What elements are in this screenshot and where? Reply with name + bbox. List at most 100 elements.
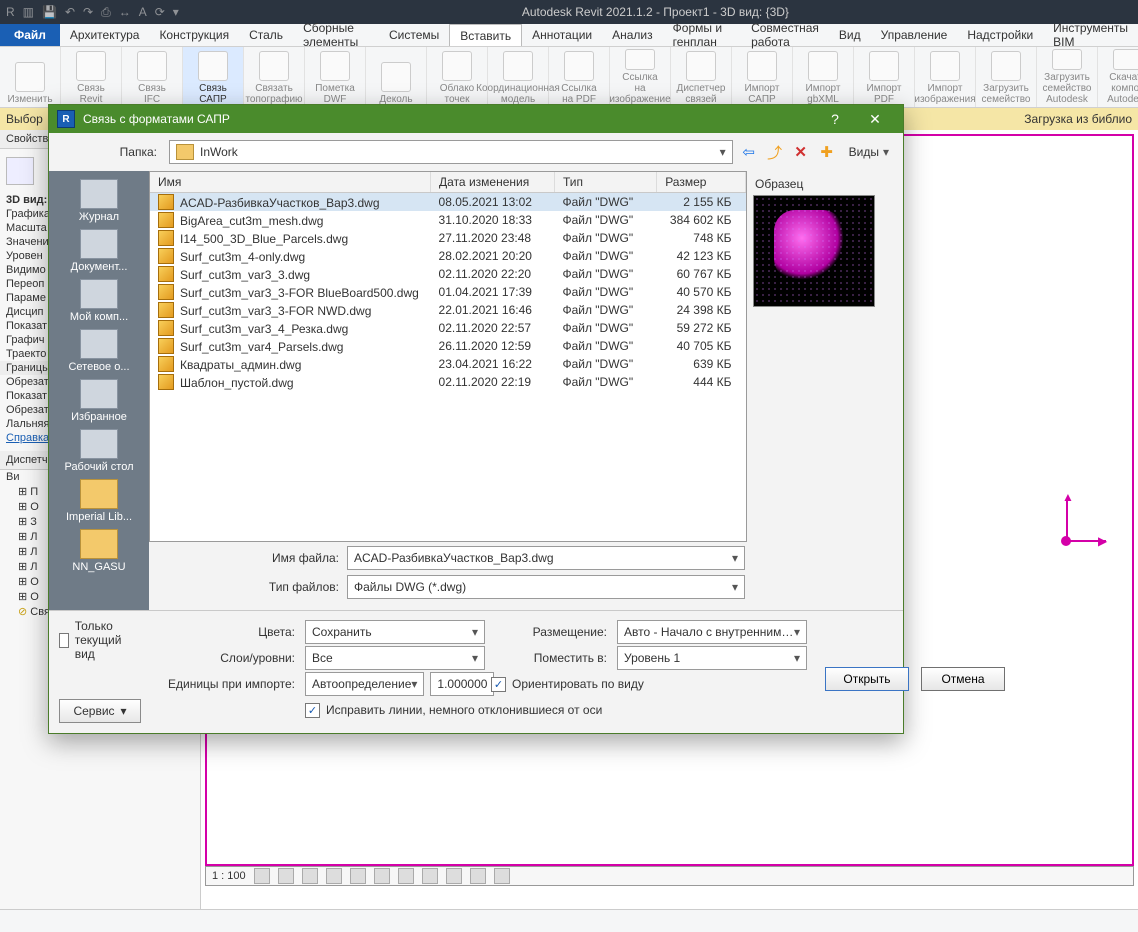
places-item[interactable]: Imperial Lib... [49,479,149,523]
worksharing-display-icon[interactable] [494,868,510,884]
nav-delete-icon[interactable]: ✕ [791,142,811,162]
ribbon-button[interactable]: Скачатькомпон Autodesk [1098,47,1138,107]
temporary-hide-icon[interactable] [446,868,462,884]
menu-tab[interactable]: Сталь [239,24,293,46]
ribbon-button[interactable]: СвязьIFC [122,47,183,107]
places-item[interactable]: Рабочий стол [49,429,149,473]
open-button[interactable]: Открыть [825,667,909,691]
text-icon[interactable]: A [139,5,147,19]
menu-tab[interactable]: Аннотации [522,24,602,46]
filetype-select[interactable]: Файлы DWG (*.dwg)▾ [347,575,745,599]
print-icon[interactable]: ⎙ [101,5,111,20]
menu-tab[interactable]: Анализ [602,24,663,46]
menu-tab[interactable]: Сборные элементы [293,24,379,46]
detail-level-icon[interactable] [254,868,270,884]
menu-tab[interactable]: Вставить [449,24,522,46]
placement-select[interactable]: Авто - Начало с внутренним началом▾ [617,620,807,644]
places-item[interactable]: Документ... [49,229,149,273]
file-row[interactable]: BigArea_cut3m_mesh.dwg31.10.2020 18:33Фа… [150,211,746,229]
ribbon-button[interactable]: ИмпортPDF [854,47,915,107]
view-scale[interactable]: 1 : 100 [212,870,246,882]
menu-tab[interactable]: Формы и генплан [663,24,741,46]
places-item[interactable]: Сетевое о... [49,329,149,373]
nav-up-icon[interactable]: ⤴ [765,142,785,162]
sync-icon[interactable]: ⟳ [155,5,165,19]
fix-lines-checkbox[interactable]: ✓Исправить линии, немного отклонившиеся … [159,703,807,718]
ribbon-button[interactable]: Изменить [0,47,61,107]
menu-tab[interactable]: Инструменты BIM [1043,24,1138,46]
file-row[interactable]: I14_500_3D_Blue_Parcels.dwg27.11.2020 23… [150,229,746,247]
only-current-view-checkbox[interactable]: Только текущий вид [59,619,141,661]
views-menu[interactable]: Виды▾ [843,141,895,163]
file-row[interactable]: Surf_cut3m_4-only.dwg28.02.2021 20:20Фай… [150,247,746,265]
places-item[interactable]: NN_GASU [49,529,149,573]
unlock-3d-icon[interactable] [422,868,438,884]
units-factor[interactable]: 1.000000 [430,672,494,696]
reveal-hidden-icon[interactable] [470,868,486,884]
folder-combo[interactable]: InWork ▾ [169,140,733,164]
file-row[interactable]: Surf_cut3m_var4_Parsels.dwg26.11.2020 12… [150,337,746,355]
measure-icon[interactable]: ↔ [119,5,131,19]
nav-newfolder-icon[interactable]: ✚ [817,142,837,162]
help-button[interactable]: ? [815,105,855,133]
menu-tab[interactable]: Системы [379,24,449,46]
ribbon-button[interactable]: Связатьтопографию [244,47,305,107]
col-type[interactable]: Тип [554,172,656,193]
ribbon-button[interactable]: Координационнаямодель [488,47,549,107]
ribbon-button[interactable]: Деколь [366,47,427,107]
file-row[interactable]: Шаблон_пустой.dwg02.11.2020 22:19Файл "D… [150,373,746,391]
service-button[interactable]: Сервис▾ [59,699,141,723]
save-icon[interactable]: 💾 [42,5,57,19]
menu-tab[interactable]: Конструкция [149,24,239,46]
col-date[interactable]: Дата изменения [431,172,555,193]
units-select[interactable]: Автоопределение▾ [305,672,424,696]
file-row[interactable]: Квадраты_админ.dwg23.04.2021 16:22Файл "… [150,355,746,373]
shadows-icon[interactable] [326,868,342,884]
menu-file[interactable]: Файл [0,24,60,46]
col-size[interactable]: Размер [657,172,746,193]
file-list[interactable]: Имя Дата изменения Тип Размер ACAD-Разби… [149,171,747,542]
menu-tab[interactable]: Архитектура [60,24,150,46]
layers-select[interactable]: Все▾ [305,646,485,670]
menu-tab[interactable]: Вид [829,24,871,46]
close-button[interactable]: ✕ [855,105,895,133]
rendering-icon[interactable] [350,868,366,884]
ribbon-button[interactable]: Импортизображения [915,47,976,107]
ribbon-button[interactable]: Ссылкана PDF [549,47,610,107]
ribbon-button[interactable]: Ссылкана изображение [610,47,671,107]
nav-back-icon[interactable]: ⇦ [739,142,759,162]
places-item[interactable]: Журнал [49,179,149,223]
file-row[interactable]: Surf_cut3m_var3_3.dwg02.11.2020 22:20Фай… [150,265,746,283]
file-row[interactable]: Surf_cut3m_var3_3-FOR BlueBoard500.dwg01… [150,283,746,301]
placein-select[interactable]: Уровень 1▾ [617,646,807,670]
open-icon[interactable]: ▥ [23,5,34,19]
ribbon-button[interactable]: ПометкаDWF [305,47,366,107]
ribbon-button[interactable]: ИмпортСАПР [732,47,793,107]
col-name[interactable]: Имя [150,172,431,193]
places-item[interactable]: Избранное [49,379,149,423]
undo-icon[interactable]: ↶ [65,5,75,19]
colors-select[interactable]: Сохранить▾ [305,620,485,644]
ribbon-button[interactable]: Загрузитьсемейство [976,47,1037,107]
redo-icon[interactable]: ↷ [83,5,93,19]
ribbon-button[interactable]: Загрузитьсемейство Autodesk [1037,47,1098,107]
crop-region-visible-icon[interactable] [398,868,414,884]
file-row[interactable]: ACAD-РазбивкаУчастков_Вар3.dwg08.05.2021… [150,193,746,212]
ribbon-button[interactable]: СвязьСАПР [183,47,244,107]
filename-input[interactable]: ACAD-РазбивкаУчастков_Вар3.dwg▾ [347,546,745,570]
sun-path-icon[interactable] [302,868,318,884]
view-axes[interactable]: ▶ ▲ [1038,500,1098,560]
file-row[interactable]: Surf_cut3m_var3_3-FOR NWD.dwg22.01.2021 … [150,301,746,319]
visual-style-icon[interactable] [278,868,294,884]
places-item[interactable]: Мой комп... [49,279,149,323]
menu-tab[interactable]: Надстройки [957,24,1043,46]
crop-view-icon[interactable] [374,868,390,884]
file-row[interactable]: Surf_cut3m_var3_4_Резка.dwg02.11.2020 22… [150,319,746,337]
cancel-button[interactable]: Отмена [921,667,1005,691]
ribbon-button[interactable]: ИмпортgbXML [793,47,854,107]
recent-icon[interactable]: ▾ [173,5,179,19]
ribbon-button[interactable]: СвязьRevit [61,47,122,107]
orient-to-view-checkbox[interactable]: ✓Ориентировать по виду [491,677,807,692]
ribbon-button[interactable]: Диспетчерсвязей [671,47,732,107]
menu-tab[interactable]: Совместная работа [741,24,829,46]
